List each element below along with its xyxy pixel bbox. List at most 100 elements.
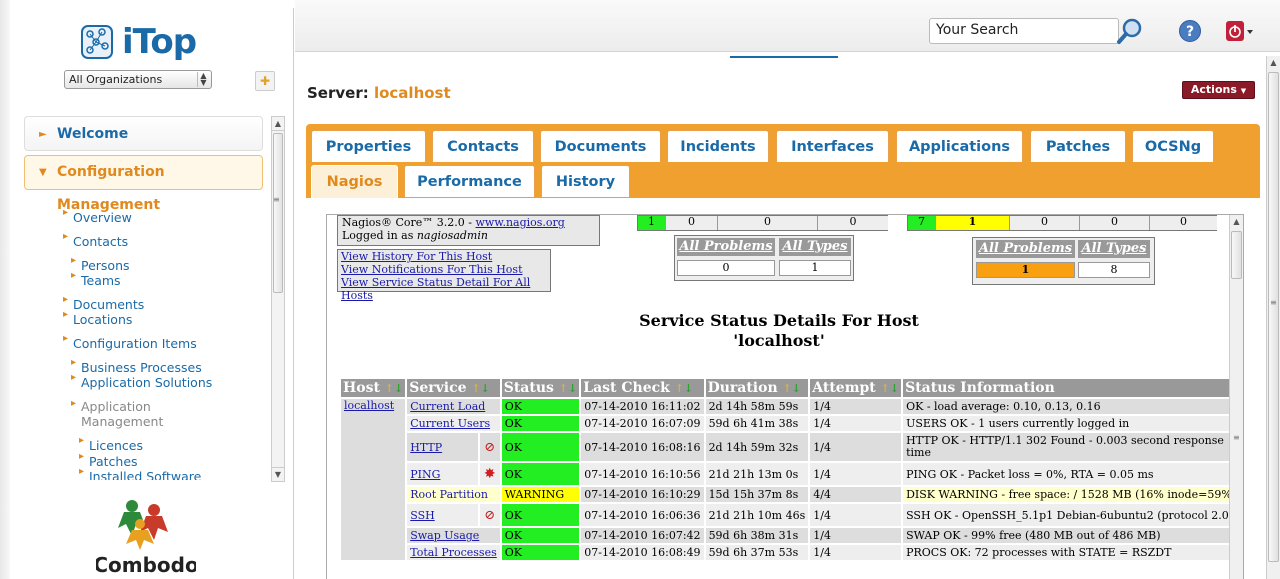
service-all-types-link[interactable]: All Types [1078, 240, 1150, 258]
sort-up-icon[interactable]: ↑ [675, 382, 684, 395]
service-all-problems-link[interactable]: All Problems [976, 240, 1075, 258]
host-pending-count[interactable]: 0 [818, 216, 888, 230]
service-link[interactable]: Total Processes [410, 546, 497, 559]
service-unknown-count[interactable]: 0 [1010, 216, 1080, 230]
scroll-up-icon[interactable]: ▲ [1267, 56, 1280, 70]
sort-down-icon[interactable]: ↓ [890, 382, 899, 395]
frame-scrollbar[interactable]: ▲ ≡ [1229, 215, 1243, 579]
menu-item-overview[interactable]: ▸ Overview [63, 207, 132, 225]
search-input[interactable]: Your Search [929, 18, 1119, 44]
sort-up-icon[interactable]: ↑ [783, 382, 792, 395]
bullet-icon: ▸ [71, 255, 77, 266]
service-link[interactable]: PING [410, 468, 440, 481]
tab-performance[interactable]: Performance [404, 165, 535, 197]
tab-applications[interactable]: Applications [896, 130, 1023, 162]
menu-item-documents[interactable]: ▸ Documents [63, 294, 144, 312]
menu-item-persons[interactable]: ▸ Persons [71, 255, 130, 273]
notifications-disabled-icon[interactable]: ⊘ [484, 508, 495, 523]
sort-down-icon[interactable]: ↓ [481, 382, 490, 395]
menu-item-installed-software[interactable]: ▸ Installed Software [79, 466, 201, 480]
pin-menu-button[interactable]: ✚ [255, 71, 275, 91]
host-all-problems-link[interactable]: All Problems [677, 238, 775, 256]
host-down-count[interactable]: 0 [666, 216, 718, 230]
service-status-title-line2: 'localhost' [733, 331, 825, 350]
nagios-website-link[interactable]: www.nagios.org [476, 216, 565, 229]
menu-item-application-solutions[interactable]: ▸ Application Solutions [71, 372, 212, 390]
host-all-types-link[interactable]: All Types [779, 238, 851, 256]
nagios-info-box: Nagios® Core™ 3.2.0 - www.nagios.org Log… [337, 215, 600, 246]
tab-nagios[interactable]: Nagios [311, 165, 398, 198]
menu-item-teams[interactable]: ▸ Teams [71, 270, 121, 288]
host-unreachable-count[interactable]: 0 [718, 216, 818, 230]
bullet-icon: ▸ [63, 333, 69, 344]
service-ok-count[interactable]: 7 [908, 216, 936, 230]
scroll-grip-icon: ≡ [1270, 298, 1277, 307]
service-link[interactable]: Swap Usage [410, 529, 479, 542]
notifications-disabled-icon[interactable]: ⊘ [484, 440, 495, 455]
scroll-up-icon[interactable]: ▲ [1230, 215, 1243, 229]
menu-item-business-processes[interactable]: ▸ Business Processes [71, 357, 202, 375]
sort-up-icon[interactable]: ↑ [881, 382, 890, 395]
view-host-notifications-link[interactable]: View Notifications For This Host [341, 263, 523, 276]
sort-down-icon[interactable]: ↓ [792, 382, 801, 395]
menu-item-patches[interactable]: ▸ Patches [79, 451, 138, 469]
menu-item-locations[interactable]: ▸ Locations [63, 309, 132, 327]
view-host-history-link[interactable]: View History For This Host [341, 250, 492, 263]
tab-patches[interactable]: Patches [1030, 130, 1126, 162]
scroll-down-icon[interactable]: ▼ [272, 467, 284, 481]
organization-select[interactable]: All Organizations ▲ ▼ [64, 70, 212, 89]
menu-item-configuration-items[interactable]: ▸ Configuration Items [63, 333, 197, 351]
status-cell: OK [501, 416, 580, 431]
tab-contacts[interactable]: Contacts [432, 130, 534, 162]
page-scrollbar[interactable]: ▲ ≡ [1266, 56, 1280, 579]
menu-item-application-management[interactable]: ▸ Application Management [71, 398, 191, 429]
view-all-hosts-service-status-link[interactable]: View Service Status Detail For All Hosts [341, 276, 530, 302]
tab-properties[interactable]: Properties [311, 130, 426, 162]
host-types-count: 1 [779, 260, 851, 276]
service-link[interactable]: Current Users [410, 417, 490, 430]
tab-history[interactable]: History [541, 165, 630, 197]
sort-up-icon[interactable]: ↑ [471, 382, 480, 395]
column-header-duration: Duration ↑↓ [705, 379, 809, 397]
service-link[interactable]: SSH [410, 509, 434, 522]
scroll-thumb[interactable] [273, 133, 283, 293]
itop-logo[interactable]: iTop [80, 22, 220, 70]
tab-documents[interactable]: Documents [540, 130, 661, 162]
scroll-thumb[interactable] [1268, 72, 1279, 562]
sort-up-icon[interactable]: ↑ [385, 382, 394, 395]
service-pending-count[interactable]: 0 [1150, 216, 1217, 230]
logoff-menu-icon[interactable] [1225, 20, 1255, 42]
sort-down-icon[interactable]: ↓ [568, 382, 577, 395]
tab-bar: Properties Contacts Documents Incidents … [306, 124, 1260, 198]
menu-item-licences[interactable]: ▸ Licences [79, 435, 143, 453]
service-critical-count[interactable]: 0 [1080, 216, 1150, 230]
menu-item-label: Licences [89, 438, 143, 453]
sort-down-icon[interactable]: ↓ [684, 382, 693, 395]
menu-item-contacts[interactable]: ▸ Contacts [63, 231, 128, 249]
service-icons-cell: ⊘ [479, 433, 500, 461]
service-status-table: Host ↑↓ Service ↑↓ Status ↑↓ Last Check … [339, 377, 1243, 562]
menu-welcome[interactable]: ► Welcome [24, 116, 263, 151]
tab-interfaces[interactable]: Interfaces [776, 130, 889, 162]
host-up-count[interactable]: 1 [638, 216, 666, 230]
actions-button[interactable]: Actions ▼ [1182, 81, 1255, 99]
scroll-up-icon[interactable]: ▲ [272, 117, 284, 131]
scroll-thumb[interactable] [1231, 231, 1242, 279]
tab-ocsng[interactable]: OCSNg [1132, 130, 1214, 162]
menu-item-label: Patches [89, 454, 138, 469]
service-link[interactable]: Root Partition [410, 488, 488, 501]
tab-incidents[interactable]: Incidents [667, 130, 769, 162]
sort-down-icon[interactable]: ↓ [394, 382, 403, 395]
flapping-icon[interactable]: ✸ [484, 466, 496, 482]
help-icon[interactable]: ? [1179, 20, 1201, 42]
sort-up-icon[interactable]: ↑ [559, 382, 568, 395]
table-row: Swap Usage OK 07-14-2010 16:07:42 59d 6h… [341, 528, 1243, 543]
menu-scrollbar[interactable]: ▲ ≡ ▼ [271, 116, 285, 482]
menu-configuration-management[interactable]: ▼ Configuration Management [24, 155, 263, 213]
service-warning-count[interactable]: 1 [936, 216, 1010, 230]
service-link[interactable]: Current Load [410, 400, 485, 413]
service-link[interactable]: HTTP [410, 441, 442, 454]
host-link[interactable]: localhost [344, 399, 394, 412]
bullet-icon: ▸ [79, 466, 85, 477]
search-icon[interactable] [1115, 16, 1145, 46]
